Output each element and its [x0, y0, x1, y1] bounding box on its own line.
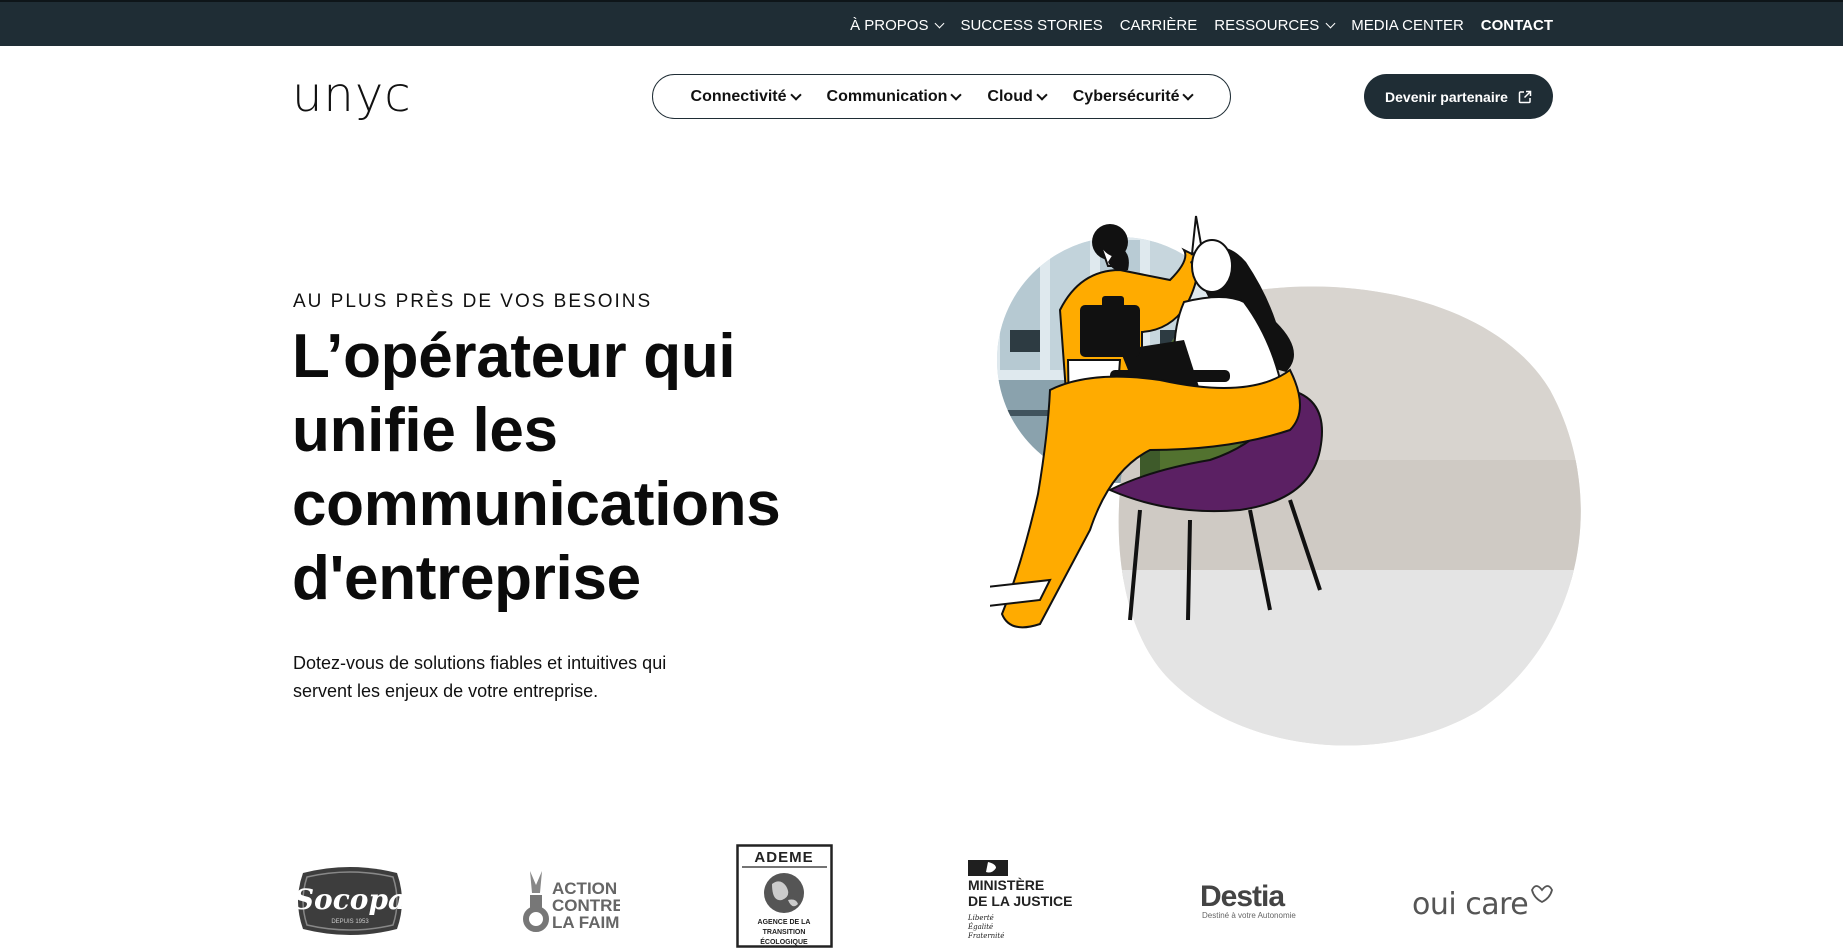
topnav-ressources[interactable]: RESSOURCES: [1214, 17, 1336, 34]
mainnav-cybersecurite[interactable]: Cybersécurité: [1073, 88, 1195, 106]
topnav-media-center[interactable]: MEDIA CENTER: [1351, 17, 1464, 34]
devenir-partenaire-button[interactable]: Devenir partenaire: [1364, 74, 1553, 119]
action-contre-la-faim-logo: ACTION CONTRE LA FAIM: [523, 871, 620, 932]
mainnav-connectivite[interactable]: Connectivité: [691, 88, 802, 106]
svg-text:DE LA JUSTICE: DE LA JUSTICE: [968, 893, 1073, 909]
svg-text:Destia: Destia: [1200, 880, 1285, 913]
svg-text:oui care: oui care: [1412, 887, 1528, 922]
svg-text:Socopa: Socopa: [294, 883, 406, 916]
svg-text:Destiné à votre Autonomie: Destiné à votre Autonomie: [1202, 911, 1296, 920]
mainnav-communication[interactable]: Communication: [827, 88, 963, 106]
topnav-success-stories[interactable]: SUCCESS STORIES: [960, 17, 1102, 34]
hero-illustration: [990, 215, 1581, 746]
svg-text:unyc: unyc: [292, 73, 412, 123]
svg-text:MINISTÈRE: MINISTÈRE: [968, 877, 1044, 893]
topnav-a-propos[interactable]: À PROPOS: [850, 17, 945, 34]
topnav-carriere[interactable]: CARRIÈRE: [1120, 17, 1198, 34]
svg-text:AGENCE DE LA: AGENCE DE LA: [758, 919, 811, 926]
oui-care-logo: oui care: [1412, 885, 1553, 922]
unyc-logo[interactable]: unyc: [292, 73, 420, 129]
socopa-logo: Socopa DEPUIS 1953: [294, 867, 406, 935]
svg-text:DEPUIS 1953: DEPUIS 1953: [331, 919, 369, 925]
hero-subtext: Dotez-vous de solutions fiables et intui…: [293, 653, 667, 701]
chevron-down-icon: [789, 88, 802, 101]
svg-text:ADEME: ADEME: [754, 849, 813, 866]
svg-text:LA FAIM: LA FAIM: [552, 913, 619, 932]
chevron-down-icon: [1325, 18, 1336, 29]
svg-text:Égalité: Égalité: [967, 922, 993, 931]
chevron-down-icon: [1182, 88, 1195, 101]
mainnav-cloud[interactable]: Cloud: [987, 88, 1048, 106]
client-logos-row: Socopa DEPUIS 1953 ACTION CONTRE LA FAIM…: [0, 840, 1843, 948]
chevron-down-icon: [950, 88, 963, 101]
top-utility-bar: À PROPOS SUCCESS STORIES CARRIÈRE RESSOU…: [0, 0, 1843, 46]
hero-kicker: AU PLUS PRÈS DE VOS BESOINS: [293, 291, 653, 312]
ministere-justice-logo: MINISTÈRE DE LA JUSTICE Liberté Égalité …: [967, 860, 1073, 940]
chevron-down-icon: [1036, 88, 1048, 101]
svg-text:Liberté: Liberté: [967, 914, 994, 922]
svg-text:TRANSITION: TRANSITION: [763, 929, 806, 936]
destia-logo: Destia Destiné à votre Autonomie: [1200, 880, 1296, 920]
ademe-logo: ADEME AGENCE DE LA TRANSITION ÉCOLOGIQUE: [736, 844, 833, 948]
hero-headline: L’opérateur qui unifie les communication…: [292, 322, 781, 613]
topnav-contact[interactable]: CONTACT: [1481, 17, 1553, 34]
svg-text:ÉCOLOGIQUE: ÉCOLOGIQUE: [760, 937, 808, 946]
external-link-icon: [1518, 90, 1532, 103]
main-nav: Connectivité Communication Cloud Cybersé…: [652, 74, 1231, 119]
chevron-down-icon: [935, 18, 945, 29]
top-nav: À PROPOS SUCCESS STORIES CARRIÈRE RESSOU…: [850, 17, 1553, 34]
svg-text:Fraternité: Fraternité: [967, 932, 1004, 940]
